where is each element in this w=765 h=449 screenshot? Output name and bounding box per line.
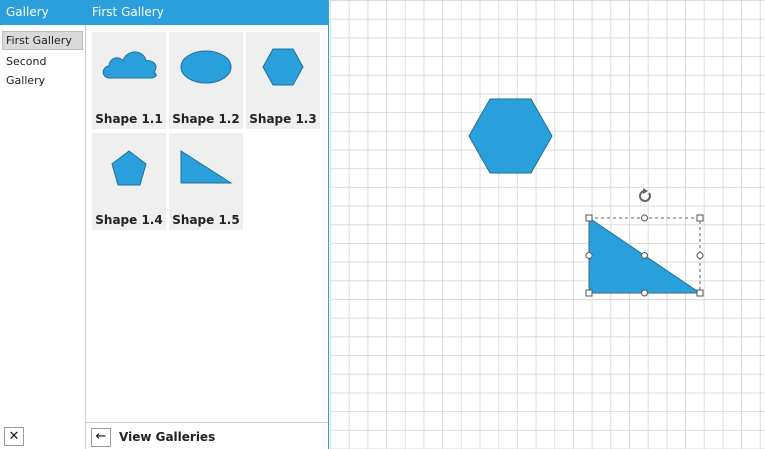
resize-handle[interactable] [641, 214, 648, 222]
gallery-item-first[interactable]: First Gallery [2, 31, 83, 50]
shape-tile-1-1[interactable]: Shape 1.1 [92, 32, 166, 129]
resize-handle[interactable] [696, 252, 704, 259]
pentagon-icon [111, 150, 147, 186]
gallery-item-second[interactable]: Second Gallery [2, 52, 83, 87]
cloud-icon [102, 51, 157, 79]
resize-handle[interactable] [585, 289, 593, 297]
right-triangle-icon [180, 150, 233, 184]
shape-label: Shape 1.5 [172, 213, 240, 227]
shape-tile-1-4[interactable]: Shape 1.4 [92, 133, 166, 230]
resize-handle[interactable] [641, 289, 648, 297]
shape-tile-1-5[interactable]: Shape 1.5 [169, 133, 243, 230]
gallery-list-header: Gallery [0, 0, 86, 25]
resize-handle[interactable] [696, 289, 704, 297]
canvas-shapes-layer [468, 98, 704, 297]
view-galleries-label[interactable]: View Galleries [119, 430, 215, 444]
shape-tile-1-3[interactable]: Shape 1.3 [246, 32, 320, 129]
back-button[interactable]: ← [91, 428, 111, 447]
shape-label: Shape 1.4 [95, 213, 163, 227]
close-button[interactable]: ✕ [4, 427, 24, 446]
canvas-hexagon[interactable] [468, 98, 553, 174]
close-icon: ✕ [8, 429, 20, 444]
shape-tile-1-2[interactable]: Shape 1.2 [169, 32, 243, 129]
pivot-handle [641, 252, 648, 259]
app-window: Gallery First Gallery Second Gallery ✕ F… [0, 0, 765, 449]
resize-handle[interactable] [585, 252, 593, 259]
shape-label: Shape 1.3 [249, 112, 317, 126]
diagram-canvas[interactable] [330, 0, 765, 449]
arrow-left-icon: ← [95, 429, 107, 444]
shape-label: Shape 1.2 [172, 112, 240, 126]
gallery-list-pane: Gallery First Gallery Second Gallery ✕ [0, 0, 86, 449]
shape-panel-header: First Gallery [86, 0, 329, 25]
rotate-icon[interactable] [639, 188, 651, 202]
resize-handle[interactable] [696, 214, 704, 222]
ellipse-icon [180, 50, 232, 84]
resize-handle[interactable] [585, 214, 593, 222]
hexagon-icon [262, 48, 304, 86]
shape-panel: First Gallery Shape 1.1 Shape 1.2 Shape … [86, 0, 329, 449]
panel-footer: ← View Galleries [86, 422, 328, 449]
shape-label: Shape 1.1 [95, 112, 163, 126]
